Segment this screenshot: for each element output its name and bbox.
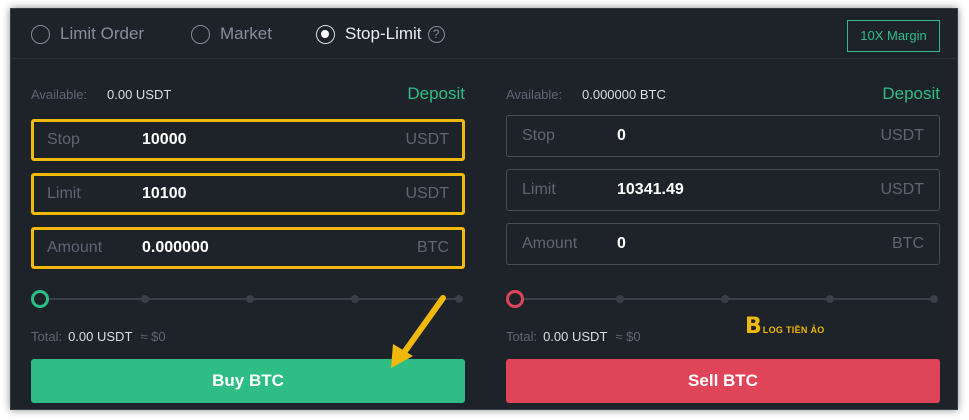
total-approx: ≈ $0 bbox=[140, 329, 166, 344]
field-label: Stop bbox=[522, 127, 555, 144]
field-label: Stop bbox=[47, 131, 80, 148]
limit-price-field[interactable]: Limit 10100 USDT bbox=[31, 173, 465, 215]
field-value[interactable]: 10000 bbox=[142, 131, 187, 149]
annotation-arrow-icon bbox=[391, 295, 446, 368]
blog-watermark-logo: B LOG TIỀN ẢO bbox=[745, 316, 825, 338]
slider-tick[interactable] bbox=[721, 295, 729, 303]
slider-tick[interactable] bbox=[930, 295, 938, 303]
radio-icon[interactable] bbox=[31, 24, 50, 44]
sell-panel: Available: 0.000000 BTC Deposit Stop 0 U… bbox=[506, 59, 940, 409]
field-unit: USDT bbox=[880, 127, 924, 144]
field-value[interactable]: 0 bbox=[617, 235, 626, 253]
total-label: Total: bbox=[506, 329, 538, 344]
slider-handle[interactable] bbox=[506, 290, 524, 308]
stop-price-field[interactable]: Stop 10000 USDT bbox=[31, 119, 465, 161]
amount-field[interactable]: Amount 0.000000 BTC bbox=[31, 227, 465, 269]
tab-market[interactable]: Market bbox=[191, 23, 272, 45]
field-value[interactable]: 10341.49 bbox=[617, 181, 684, 199]
deposit-link[interactable]: Deposit bbox=[882, 84, 940, 104]
sell-button[interactable]: Sell BTC bbox=[506, 359, 940, 403]
tab-limit-order[interactable]: Limit Order bbox=[31, 23, 144, 45]
tab-stop-limit[interactable]: Stop-Limit ? bbox=[316, 23, 445, 45]
deposit-link[interactable]: Deposit bbox=[407, 84, 465, 104]
field-unit: USDT bbox=[880, 181, 924, 198]
field-value[interactable]: 0 bbox=[617, 127, 626, 145]
available-row: Available: 0.00 USDT Deposit bbox=[31, 84, 465, 106]
slider-tick[interactable] bbox=[616, 295, 624, 303]
watermark-text: LOG TIỀN ẢO bbox=[762, 325, 825, 335]
total-row: Total: 0.00 USDT ≈ $0 bbox=[31, 329, 166, 344]
field-label: Limit bbox=[47, 185, 81, 202]
total-value: 0.00 USDT bbox=[543, 329, 608, 344]
available-row: Available: 0.000000 BTC Deposit bbox=[506, 84, 940, 106]
slider-handle[interactable] bbox=[31, 290, 49, 308]
trading-panel: Limit Order Market Stop-Limit ? 10X Marg… bbox=[10, 8, 958, 410]
field-unit: USDT bbox=[405, 131, 449, 148]
radio-icon[interactable] bbox=[191, 24, 210, 44]
tab-label: Market bbox=[220, 24, 272, 43]
tab-label: Stop-Limit bbox=[345, 24, 422, 43]
total-row: Total: 0.00 USDT ≈ $0 bbox=[506, 329, 641, 344]
field-value[interactable]: 0.000000 bbox=[142, 239, 209, 257]
amount-field[interactable]: Amount 0 BTC bbox=[506, 223, 940, 265]
total-label: Total: bbox=[31, 329, 63, 344]
field-label: Limit bbox=[522, 181, 556, 198]
available-value: 0.00 USDT bbox=[107, 87, 172, 102]
slider-tick[interactable] bbox=[455, 295, 463, 303]
order-type-tabs: Limit Order Market Stop-Limit ? 10X Marg… bbox=[11, 9, 957, 59]
field-unit: BTC bbox=[892, 235, 924, 252]
field-label: Amount bbox=[47, 239, 103, 256]
field-unit: USDT bbox=[405, 185, 449, 202]
total-approx: ≈ $0 bbox=[615, 329, 641, 344]
field-unit: BTC bbox=[417, 239, 449, 256]
radio-selected-icon[interactable] bbox=[316, 24, 335, 44]
available-value: 0.000000 BTC bbox=[582, 87, 666, 102]
margin-button[interactable]: 10X Margin bbox=[847, 20, 940, 52]
field-label: Amount bbox=[522, 235, 578, 252]
slider-tick[interactable] bbox=[141, 295, 149, 303]
tab-label: Limit Order bbox=[60, 24, 145, 43]
limit-price-field[interactable]: Limit 10341.49 USDT bbox=[506, 169, 940, 211]
slider-tick[interactable] bbox=[826, 295, 834, 303]
bitcoin-b-icon: B bbox=[745, 314, 762, 339]
field-value[interactable]: 10100 bbox=[142, 185, 187, 203]
stop-price-field[interactable]: Stop 0 USDT bbox=[506, 115, 940, 157]
total-value: 0.00 USDT bbox=[68, 329, 133, 344]
slider-tick[interactable] bbox=[246, 295, 254, 303]
available-label: Available: bbox=[506, 87, 563, 102]
available-label: Available: bbox=[31, 87, 88, 102]
slider-tick[interactable] bbox=[351, 295, 359, 303]
amount-slider[interactable] bbox=[506, 289, 940, 309]
question-circle-icon[interactable]: ? bbox=[427, 25, 445, 43]
